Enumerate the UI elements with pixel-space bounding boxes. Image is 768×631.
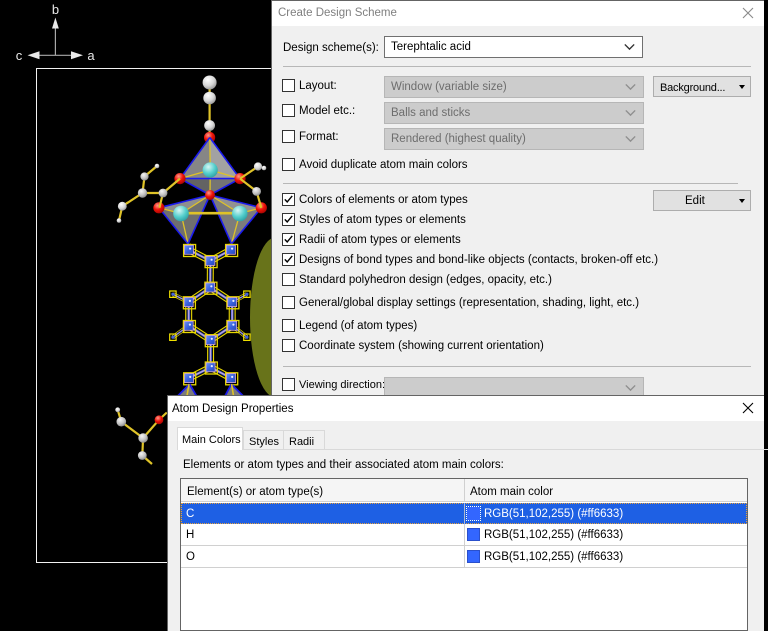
svg-text:c: c (16, 48, 23, 63)
svg-text:b: b (52, 2, 59, 17)
svg-text:a: a (87, 48, 95, 63)
